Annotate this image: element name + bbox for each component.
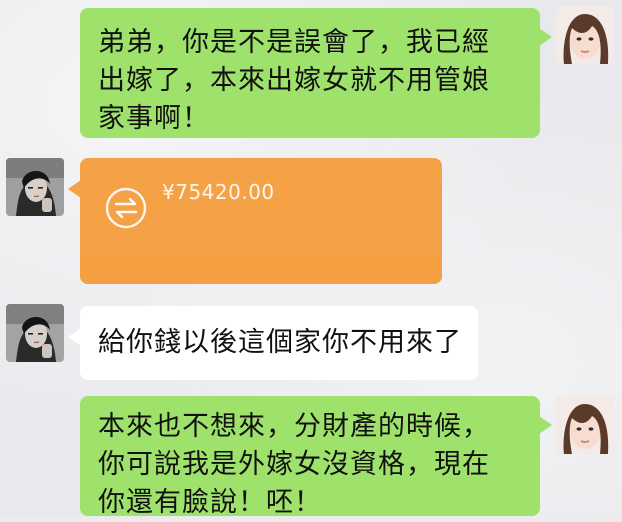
transfer-card-footer — [80, 256, 442, 284]
transfer-card[interactable]: ¥75420.00 — [68, 158, 442, 284]
avatar-receiver-man[interactable] — [6, 158, 64, 216]
transfer-amount: ¥75420.00 — [162, 180, 275, 204]
avatar-sender-woman[interactable] — [556, 6, 614, 64]
avatar-receiver-man[interactable] — [6, 304, 64, 362]
message-bubble-1[interactable]: 弟弟，你是不是誤會了，我已經 出嫁了，本來出嫁女就不用管娘 家事啊！ — [80, 8, 552, 138]
message-bubble-4[interactable]: 本來也不想來，分財產的時候， 你可說我是外嫁女沒資格，現在 你還有臉說！呸！ — [80, 396, 552, 518]
transfer-arrows-icon — [102, 184, 150, 232]
message-bubble-3[interactable]: 給你錢以後這個家你不用來了 — [68, 306, 478, 380]
message-text-1: 弟弟，你是不是誤會了，我已經 出嫁了，本來出嫁女就不用管娘 家事啊！ — [98, 27, 490, 134]
message-text-3: 給你錢以後這個家你不用來了 — [98, 327, 462, 358]
chat-window: 弟弟，你是不是誤會了，我已經 出嫁了，本來出嫁女就不用管娘 家事啊！ ¥7542… — [0, 0, 622, 518]
message-text-4: 本來也不想來，分財產的時候， 你可說我是外嫁女沒資格，現在 你還有臉說！呸！ — [98, 411, 490, 518]
avatar-sender-woman[interactable] — [556, 396, 614, 454]
